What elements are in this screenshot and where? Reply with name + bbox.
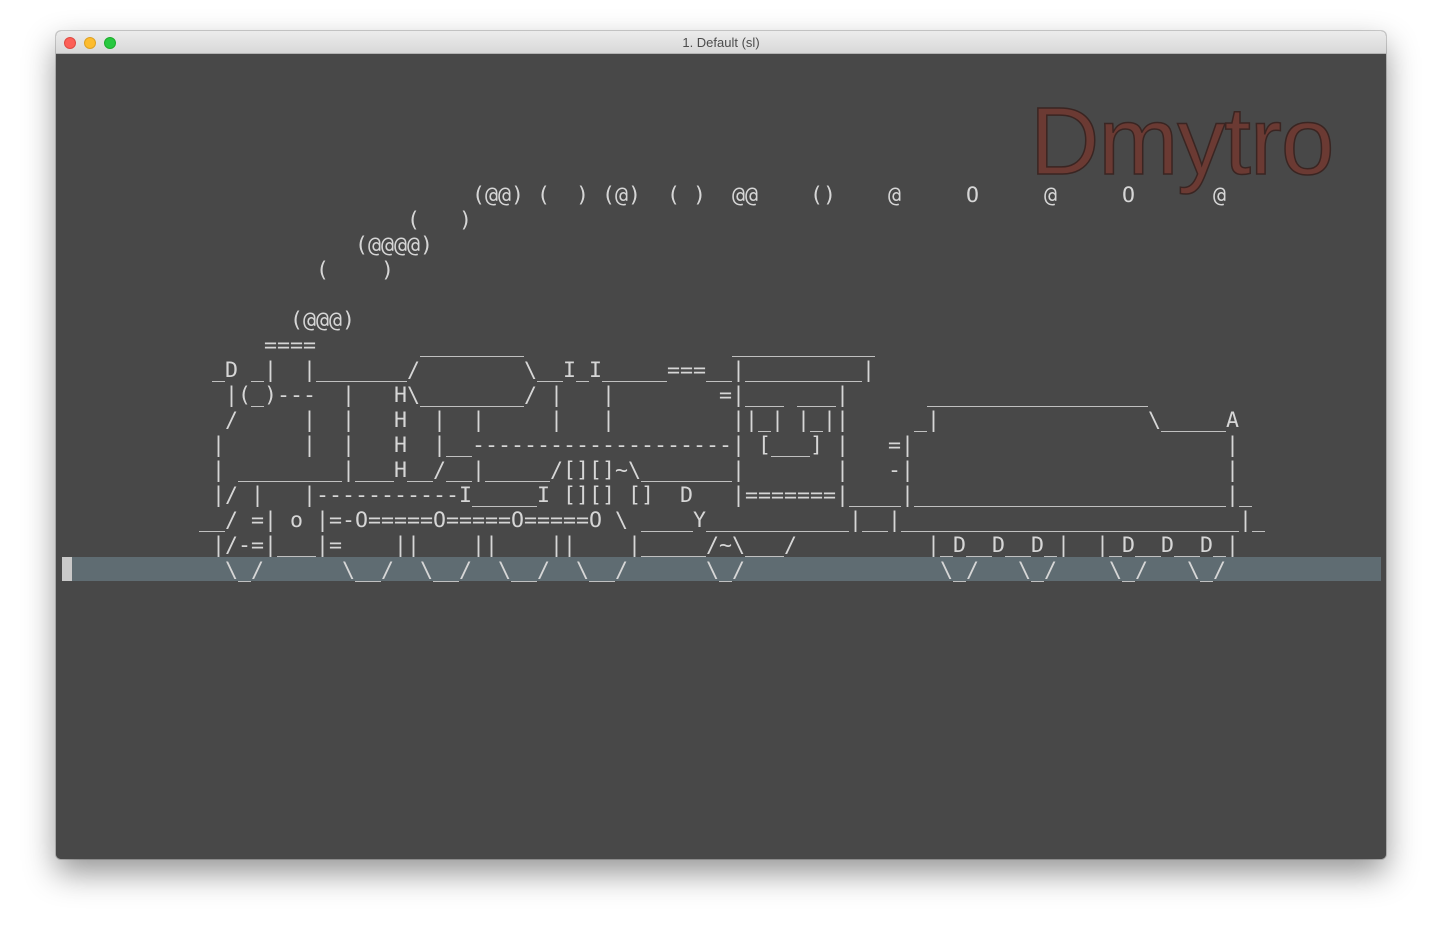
title-bar[interactable]: 1. Default (sl) (56, 31, 1386, 54)
terminal-line: \_/ \__/ \__/ \__/ \__/ \_/ \_/ \_/ \_/ … (199, 558, 1227, 583)
terminal-content[interactable]: Dmytro (@@) ( ) (@) ( ) @@ () @ O @ O @ … (56, 54, 1386, 859)
terminal-line: |(_)--- | H\________/ | | =|___ ___| ___… (199, 383, 1149, 408)
background-watermark: Dmytro (1029, 88, 1335, 195)
terminal-line: (@@@@) (199, 233, 434, 258)
terminal-line: |/-=|___|= || || || |_____/~\___/ |_D__D… (199, 533, 1240, 558)
terminal-line: _D _| |_______/ \__I_I_____===__|_______… (199, 358, 876, 383)
terminal-line: / | | H | | | | ||_| |_|| _| \_____A (199, 408, 1240, 433)
terminal-window: 1. Default (sl) Dmytro (@@) ( ) (@) ( ) … (56, 31, 1386, 859)
sl-train-ascii-art: (@@) ( ) (@) ( ) @@ () @ O @ O @ ( ) (@@… (199, 183, 1265, 583)
terminal-line: | | | H |__--------------------| [___] |… (199, 433, 1240, 458)
terminal-line: ( ) (199, 208, 473, 233)
terminal-line: ==== ________ ___________ (199, 333, 876, 358)
terminal-line: (@@) ( ) (@) ( ) @@ () @ O @ O @ (199, 183, 1227, 208)
terminal-line: ( ) (199, 258, 395, 283)
terminal-line: |/ | |-----------I_____I [][] [] D |====… (199, 483, 1253, 508)
terminal-line: | ________|___H__/__|_____/[][]~\_______… (199, 458, 1240, 483)
window-title: 1. Default (sl) (682, 35, 760, 50)
terminal-line: (@@@) (199, 308, 356, 333)
terminal-line: __/ =| o |=-O=====O=====O=====O \ ____Y_… (199, 508, 1266, 533)
terminal-cursor (62, 557, 72, 581)
